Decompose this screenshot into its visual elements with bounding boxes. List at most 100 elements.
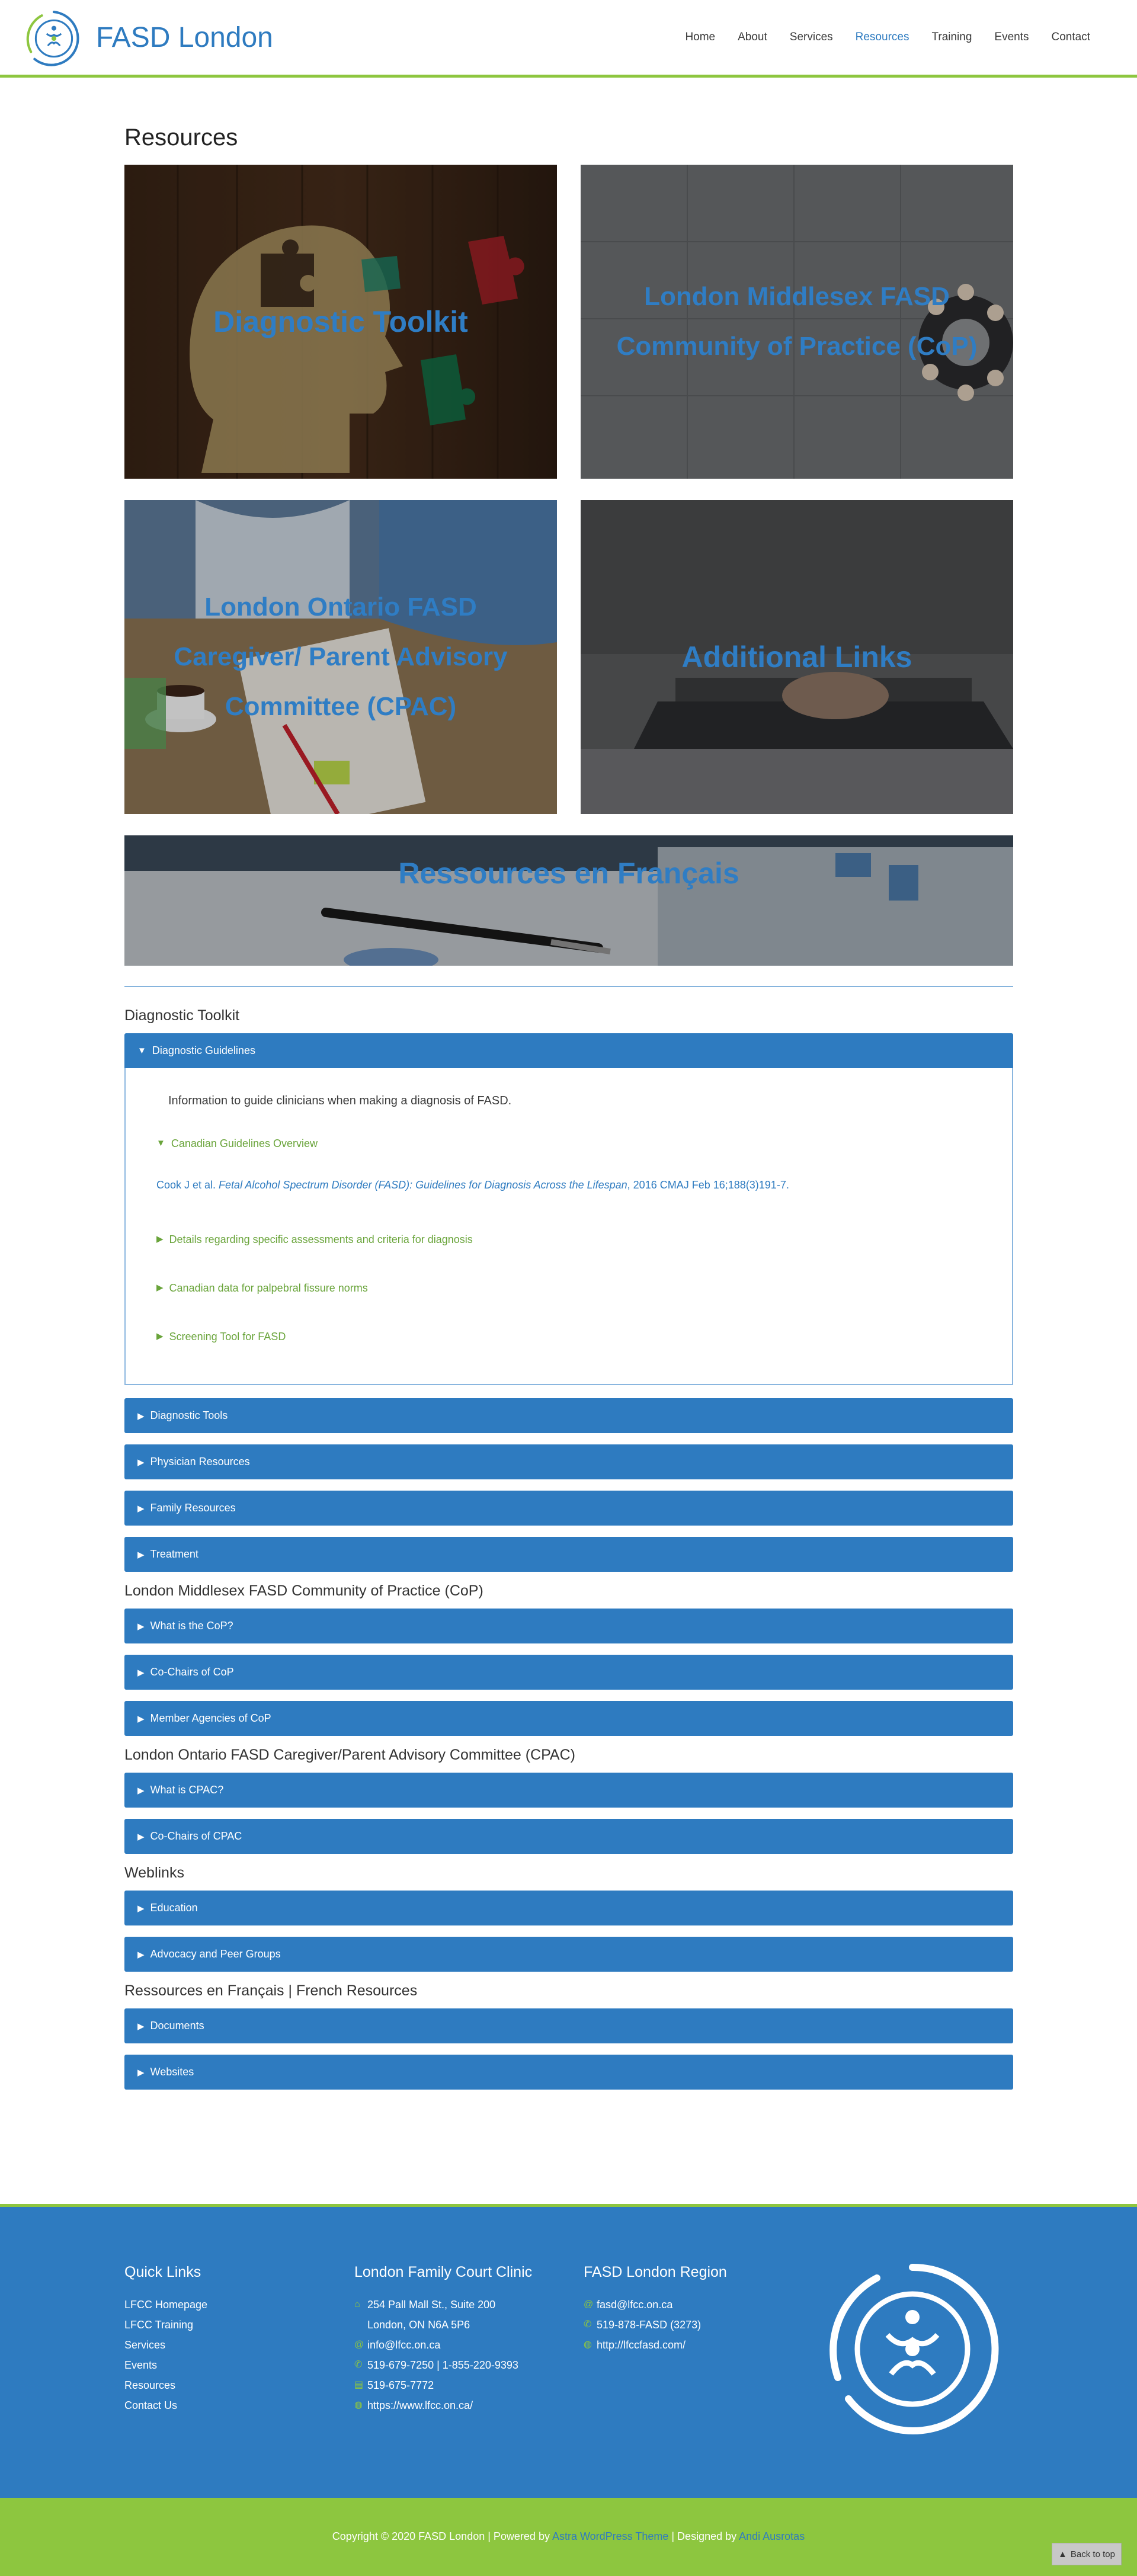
section-divider bbox=[124, 986, 1013, 987]
accordion-label: Treatment bbox=[150, 1548, 198, 1560]
accordion-label: Diagnostic Guidelines bbox=[152, 1045, 255, 1056]
section-heading-french-resources: Ressources en Français | French Resource… bbox=[124, 1982, 418, 1999]
tile-label: London Ontario FASD Caregiver/ Parent Ad… bbox=[174, 592, 508, 721]
sub-accordion-screening-tool[interactable]: ▶ Screening Tool for FASD bbox=[156, 1328, 1012, 1345]
footer-address-line2: London, ON N6A 5P6 bbox=[367, 2319, 470, 2331]
arrow-up-icon: ▲ bbox=[1058, 2549, 1067, 2559]
accordion-family-resources[interactable]: ▶ Family Resources bbox=[124, 1491, 1013, 1526]
nav-training[interactable]: Training bbox=[920, 28, 983, 46]
triangle-down-icon: ▼ bbox=[137, 1046, 146, 1056]
tile-french-resources[interactable]: Ressources en Français bbox=[124, 835, 1013, 966]
accordion-label: Family Resources bbox=[150, 1502, 236, 1514]
triangle-down-icon: ▼ bbox=[156, 1138, 165, 1148]
tile-label: Diagnostic Toolkit bbox=[213, 305, 468, 338]
footer-fasd-region: FASD London Region @ fasd@lfcc.on.ca ✆ 519… bbox=[584, 2263, 727, 2355]
accordion-label: Websites bbox=[150, 2066, 194, 2078]
footer-link-services[interactable]: Services bbox=[124, 2335, 165, 2355]
tile-label: London Middlesex FASD Community of Pract… bbox=[616, 282, 978, 361]
accordion-documents[interactable]: ▶ Documents bbox=[124, 2008, 1013, 2043]
footer-region-website[interactable]: http://lfccfasd.com/ bbox=[597, 2335, 686, 2355]
fax-icon: ▤ bbox=[354, 2380, 364, 2390]
nav-contact[interactable]: Contact bbox=[1040, 28, 1101, 46]
nav-about[interactable]: About bbox=[726, 28, 779, 46]
sub-accordion-canadian-guidelines[interactable]: ▼ Canadian Guidelines Overview bbox=[156, 1135, 1012, 1152]
footer-lfcc-phone[interactable]: 519-679-7250 | 1-855-220-9393 bbox=[367, 2355, 518, 2375]
tile-community-of-practice[interactable]: London Middlesex FASD Community of Pract… bbox=[581, 165, 1013, 479]
triangle-right-icon: ▶ bbox=[156, 1283, 164, 1293]
tile-diagnostic-toolkit[interactable]: Diagnostic Toolkit bbox=[124, 165, 557, 479]
footer-lfcc-email[interactable]: info@lfcc.on.ca bbox=[367, 2335, 440, 2355]
footer-lfcc-fax: 519-675-7772 bbox=[367, 2379, 434, 2391]
footer-link-lfcc-homepage[interactable]: LFCC Homepage bbox=[124, 2295, 207, 2315]
accordion-diagnostic-guidelines[interactable]: ▼ Diagnostic Guidelines bbox=[124, 1033, 1013, 1068]
triangle-right-icon: ▶ bbox=[137, 1903, 145, 1914]
section-heading-cop: London Middlesex FASD Community of Pract… bbox=[124, 1582, 483, 1599]
accordion-physician-resources[interactable]: ▶ Physician Resources bbox=[124, 1444, 1013, 1479]
site-header: FASD London Home About Services Resource… bbox=[0, 0, 1137, 78]
footer-address-line1: 254 Pall Mall St., Suite 200 bbox=[367, 2299, 496, 2311]
footer-link-events[interactable]: Events bbox=[124, 2355, 157, 2375]
fasd-logo-icon[interactable] bbox=[24, 8, 84, 69]
footer-logo-icon bbox=[829, 2263, 999, 2434]
panel-intro: Information to guide clinicians when mak… bbox=[168, 1094, 512, 1107]
site-title[interactable]: FASD London bbox=[96, 21, 273, 55]
email-icon: @ bbox=[584, 2299, 594, 2309]
accordion-label: Physician Resources bbox=[150, 1456, 250, 1468]
triangle-right-icon: ▶ bbox=[137, 1457, 145, 1468]
triangle-right-icon: ▶ bbox=[156, 1331, 164, 1341]
triangle-right-icon: ▶ bbox=[137, 1503, 145, 1514]
copyright-text: Copyright © 2020 FASD London | Powered b… bbox=[332, 2530, 552, 2542]
accordion-member-agencies[interactable]: ▶ Member Agencies of CoP bbox=[124, 1701, 1013, 1736]
accordion-label: Advocacy and Peer Groups bbox=[150, 1948, 281, 1960]
footer-link-contact-us[interactable]: Contact Us bbox=[124, 2395, 177, 2415]
sub-accordion-palpebral-norms[interactable]: ▶ Canadian data for palpebral fissure no… bbox=[156, 1279, 1012, 1297]
footer-heading: FASD London Region bbox=[584, 2264, 727, 2280]
phone-icon: ✆ bbox=[354, 2360, 363, 2370]
back-to-top-button[interactable]: ▲ Back to top bbox=[1052, 2543, 1122, 2565]
tile-additional-links[interactable]: Additional Links bbox=[581, 500, 1013, 814]
accordion-co-chairs-cpac[interactable]: ▶ Co-Chairs of CPAC bbox=[124, 1819, 1013, 1854]
accordion-treatment[interactable]: ▶ Treatment bbox=[124, 1537, 1013, 1572]
accordion-label: Documents bbox=[150, 2020, 204, 2032]
footer-heading: London Family Court Clinic bbox=[354, 2264, 533, 2280]
footer-region-email[interactable]: fasd@lfcc.on.ca bbox=[597, 2295, 672, 2315]
triangle-right-icon: ▶ bbox=[137, 2067, 145, 2078]
triangle-right-icon: ▶ bbox=[156, 1234, 164, 1244]
accordion-what-is-cpac[interactable]: ▶ What is CPAC? bbox=[124, 1773, 1013, 1808]
nav-services[interactable]: Services bbox=[779, 28, 844, 46]
site-footer: Quick Links LFCC Homepage LFCC Training … bbox=[0, 2204, 1137, 2498]
citation-link[interactable]: Cook J et al. Fetal Alcohol Spectrum Dis… bbox=[156, 1176, 1012, 1194]
phone-icon: ✆ bbox=[584, 2319, 592, 2330]
email-icon: @ bbox=[354, 2340, 364, 2350]
accordion-diagnostic-tools[interactable]: ▶ Diagnostic Tools bbox=[124, 1398, 1013, 1433]
accordion-co-chairs-cop[interactable]: ▶ Co-Chairs of CoP bbox=[124, 1655, 1013, 1690]
triangle-right-icon: ▶ bbox=[137, 1831, 145, 1842]
footer-lfcc-website[interactable]: https://www.lfcc.on.ca/ bbox=[367, 2395, 473, 2415]
accordion-advocacy-peer-groups[interactable]: ▶ Advocacy and Peer Groups bbox=[124, 1937, 1013, 1972]
footer-region-phone[interactable]: 519-878-FASD (3273) bbox=[597, 2315, 701, 2335]
footer-link-lfcc-training[interactable]: LFCC Training bbox=[124, 2315, 193, 2335]
accordion-websites[interactable]: ▶ Websites bbox=[124, 2055, 1013, 2090]
accordion-label: Education bbox=[150, 1902, 198, 1914]
footer-link-resources[interactable]: Resources bbox=[124, 2375, 175, 2395]
tile-label: Additional Links bbox=[681, 640, 912, 674]
accordion-label: Co-Chairs of CPAC bbox=[150, 1830, 242, 1842]
designer-link[interactable]: Andi Ausrotas bbox=[739, 2530, 805, 2542]
accordion-what-is-cop[interactable]: ▶ What is the CoP? bbox=[124, 1609, 1013, 1643]
accordion-label: Diagnostic Tools bbox=[150, 1409, 228, 1421]
copyright: Copyright © 2020 FASD London | Powered b… bbox=[0, 2527, 1137, 2545]
sub-label: Screening Tool for FASD bbox=[169, 1331, 286, 1343]
accordion-label: What is the CoP? bbox=[150, 1620, 233, 1632]
nav-events[interactable]: Events bbox=[983, 28, 1040, 46]
astra-theme-link[interactable]: Astra WordPress Theme bbox=[552, 2530, 668, 2542]
accordion-label: Co-Chairs of CoP bbox=[150, 1666, 234, 1678]
accordion-education[interactable]: ▶ Education bbox=[124, 1891, 1013, 1925]
footer-lfcc: London Family Court Clinic ⌂ 254 Pall Mal… bbox=[354, 2263, 532, 2415]
main-content: Resources Diagnostic Toolkit London Midd… bbox=[124, 118, 1013, 2101]
sub-accordion-assessment-details[interactable]: ▶ Details regarding specific assessments… bbox=[156, 1231, 1012, 1248]
triangle-right-icon: ▶ bbox=[137, 1713, 145, 1724]
footer-quick-links: Quick Links LFCC Homepage LFCC Training … bbox=[124, 2263, 207, 2415]
tile-parent-advisory-committee[interactable]: London Ontario FASD Caregiver/ Parent Ad… bbox=[124, 500, 557, 814]
nav-resources[interactable]: Resources bbox=[844, 28, 921, 46]
nav-home[interactable]: Home bbox=[674, 28, 726, 46]
